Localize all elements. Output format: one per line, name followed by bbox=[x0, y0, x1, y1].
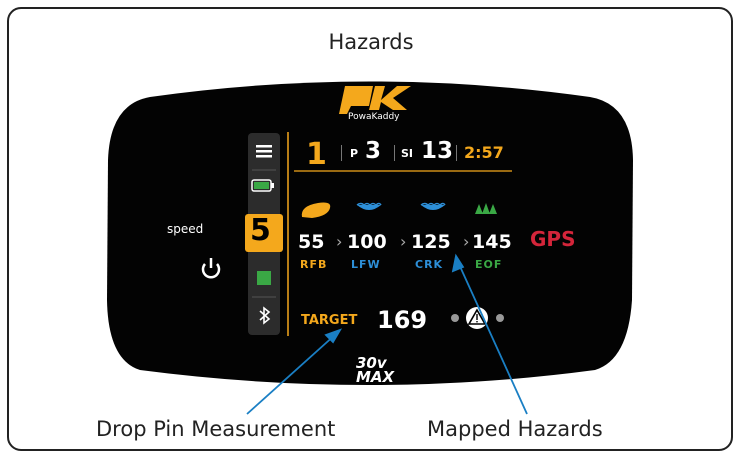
left-dot bbox=[451, 314, 459, 322]
speed-value[interactable]: 5 bbox=[250, 213, 271, 248]
caption-mapped-hazards: Mapped Hazards bbox=[427, 417, 603, 441]
target-value: 169 bbox=[377, 306, 428, 334]
si-value: 13 bbox=[421, 138, 454, 164]
par-value: 3 bbox=[365, 138, 382, 164]
hazard-code: RFB bbox=[300, 258, 328, 271]
hazard-distance: 145 bbox=[472, 231, 512, 253]
hazard-code: LFW bbox=[351, 258, 381, 271]
hazard-distance: 55 bbox=[298, 231, 325, 253]
chevron-right-icon: › bbox=[400, 232, 407, 251]
separator bbox=[456, 145, 457, 161]
model-badge: 30v MAX bbox=[356, 356, 395, 386]
model-bottom: MAX bbox=[356, 368, 395, 386]
hole-number: 1 bbox=[306, 137, 327, 172]
si-label: SI bbox=[401, 147, 414, 160]
caption-drop-pin: Drop Pin Measurement bbox=[96, 417, 336, 441]
separator bbox=[394, 145, 395, 161]
brand-name: PowaKaddy bbox=[348, 112, 400, 122]
par-label: P bbox=[350, 147, 359, 160]
hazard-distance: 125 bbox=[411, 231, 451, 253]
round-time: 2:57 bbox=[464, 143, 504, 162]
hazard-distance: 100 bbox=[347, 231, 387, 253]
hazard-code: CRK bbox=[415, 258, 444, 271]
stop-icon bbox=[257, 271, 271, 285]
chevron-right-icon: › bbox=[463, 232, 470, 251]
hazard-code: EOF bbox=[475, 258, 503, 271]
chevron-right-icon: › bbox=[336, 232, 343, 251]
right-dot bbox=[496, 314, 504, 322]
speed-label: speed bbox=[167, 222, 204, 236]
target-label: TARGET bbox=[301, 313, 358, 328]
gps-label: GPS bbox=[530, 227, 576, 251]
menu-icon bbox=[256, 145, 272, 158]
separator bbox=[341, 145, 342, 161]
